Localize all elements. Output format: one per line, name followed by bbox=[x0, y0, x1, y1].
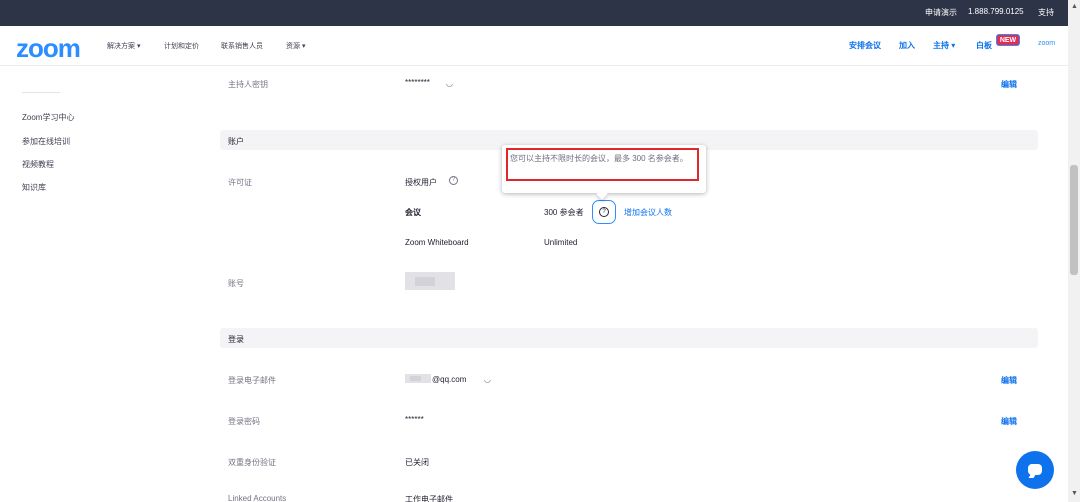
schedule-meeting-link[interactable]: 安排会议 bbox=[849, 40, 881, 51]
login-password-value: ****** bbox=[405, 415, 424, 424]
question-mark-icon: ? bbox=[599, 207, 609, 217]
show-email-eye-icon[interactable]: ◡ bbox=[484, 375, 491, 384]
host-meeting-link[interactable]: 主持 ▾ bbox=[933, 40, 955, 51]
account-section-title: 账户 bbox=[228, 137, 244, 146]
whiteboard-link[interactable]: 白板 bbox=[976, 40, 992, 51]
login-email-redacted bbox=[405, 374, 431, 383]
sidebar-item-knowledge-base[interactable]: 知识库 bbox=[22, 182, 46, 193]
join-meeting-link[interactable]: 加入 bbox=[899, 40, 915, 51]
host-key-value: ******** bbox=[405, 78, 430, 87]
request-demo-link[interactable]: 申请演示 bbox=[925, 7, 957, 18]
show-host-key-eye-icon[interactable]: ◡ bbox=[446, 79, 453, 88]
meeting-capacity-help-button[interactable]: ? bbox=[592, 200, 616, 224]
login-section-title: 登录 bbox=[228, 335, 244, 344]
scroll-down-arrow-icon[interactable]: ▼ bbox=[1071, 490, 1078, 497]
chat-support-button[interactable] bbox=[1016, 451, 1054, 489]
linked-accounts-value: 工作电子邮件 bbox=[405, 495, 453, 502]
nav-plans-pricing[interactable]: 计划和定价 bbox=[164, 41, 199, 51]
login-password-label: 登录密码 bbox=[228, 417, 260, 426]
sidebar-item-video-tutorials[interactable]: 视频教程 bbox=[22, 159, 54, 170]
add-participants-link[interactable]: 增加会议人数 bbox=[624, 207, 672, 218]
main-header: zoom 解决方案 ▾ 计划和定价 联系销售人员 资源 ▾ 安排会议 加入 主持… bbox=[0, 26, 1068, 66]
sidebar-item-live-training[interactable]: 参加在线培训 bbox=[22, 136, 70, 147]
nav-contact-sales[interactable]: 联系销售人员 bbox=[221, 41, 263, 51]
two-factor-value: 已关闭 bbox=[405, 458, 429, 467]
license-label: 许可证 bbox=[228, 178, 252, 187]
login-email-value: @qq.com bbox=[432, 375, 467, 384]
new-badge: NEW bbox=[996, 34, 1020, 46]
account-number-label: 账号 bbox=[228, 279, 244, 288]
linked-accounts-label: Linked Accounts bbox=[228, 494, 287, 502]
top-utility-bar: 申请演示 1.888.799.0125 支持 bbox=[0, 0, 1080, 26]
edit-login-password-link[interactable]: 编辑 bbox=[1001, 416, 1017, 427]
login-section-header: 登录 bbox=[220, 328, 1038, 348]
meeting-capacity-value: 300 参会者 bbox=[544, 208, 584, 217]
licensed-user-help-icon[interactable]: ? bbox=[449, 176, 458, 185]
meeting-capacity-label: 会议 bbox=[405, 208, 421, 217]
scrollbar-thumb[interactable] bbox=[1070, 165, 1078, 275]
chat-bubble-tail bbox=[1028, 473, 1037, 478]
whiteboard-value: Unlimited bbox=[544, 238, 578, 247]
phone-number[interactable]: 1.888.799.0125 bbox=[968, 7, 1024, 16]
sidebar-divider bbox=[22, 92, 60, 93]
two-factor-label: 双重身份验证 bbox=[228, 458, 276, 467]
support-link[interactable]: 支持 bbox=[1038, 7, 1054, 18]
zoom-logo[interactable]: zoom bbox=[16, 33, 81, 64]
host-key-label: 主持人密钥 bbox=[228, 80, 268, 89]
login-email-label: 登录电子邮件 bbox=[228, 376, 276, 385]
zoom-account-link[interactable]: zoom bbox=[1038, 40, 1055, 47]
sidebar-item-learning-center[interactable]: Zoom学习中心 bbox=[22, 112, 74, 123]
nav-resources[interactable]: 资源 ▾ bbox=[286, 41, 305, 51]
licensed-user-value: 授权用户 bbox=[405, 178, 437, 187]
nav-solutions[interactable]: 解决方案 ▾ bbox=[107, 41, 140, 51]
edit-host-key-link[interactable]: 编辑 bbox=[1001, 79, 1017, 90]
edit-login-email-link[interactable]: 编辑 bbox=[1001, 375, 1017, 386]
tooltip-highlight-box bbox=[506, 148, 699, 181]
whiteboard-label: Zoom Whiteboard bbox=[405, 238, 469, 247]
account-number-redacted bbox=[405, 272, 455, 290]
scroll-up-arrow-icon[interactable]: ▲ bbox=[1071, 3, 1078, 10]
